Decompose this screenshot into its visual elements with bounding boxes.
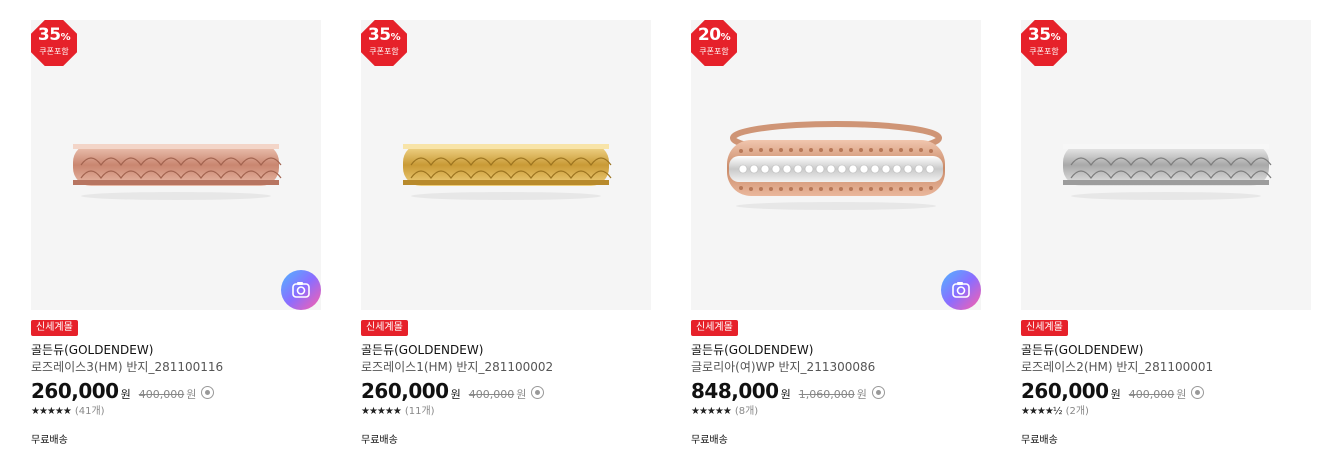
product-name[interactable]: 로즈레이스2(HM) 반지_281100001 (1021, 360, 1311, 375)
discount-badge: 35% 쿠폰포함 (31, 20, 77, 66)
camera-icon[interactable] (941, 270, 981, 310)
sale-price: 260,000 (361, 379, 449, 403)
store-tag: 신세계몰 (691, 320, 738, 336)
info-circle-icon[interactable] (531, 386, 545, 399)
info-circle-icon[interactable] (201, 386, 215, 399)
discount-badge: 20% 쿠폰포함 (691, 20, 737, 66)
product-image[interactable]: 35% 쿠폰포함 (1021, 20, 1311, 310)
price-row: 260,000 원 400,000 원 (1021, 379, 1311, 403)
brand-name[interactable]: 골든듀(GOLDENDEW) (691, 343, 981, 358)
original-price: 400,000 (1128, 388, 1175, 401)
store-tag: 신세계몰 (31, 320, 78, 336)
product-image[interactable]: 35% 쿠폰포함 (31, 20, 321, 310)
brand-name[interactable]: 골든듀(GOLDENDEW) (361, 343, 651, 358)
ring-image (1063, 144, 1272, 200)
product-name[interactable]: 로즈레이스3(HM) 반지_281100116 (31, 360, 321, 375)
price-row: 848,000 원 1,060,000 원 (691, 379, 981, 403)
rating: ★★★★★ (41개) (31, 405, 321, 419)
shipping-label: 무료배송 (691, 435, 728, 446)
original-price: 1,060,000 (798, 388, 855, 401)
shipping-label: 무료배송 (1021, 435, 1058, 446)
product-card[interactable]: 35% 쿠폰포함 신세계몰 골든듀(GOLDENDEW) 로즈레이스1(HM) … (361, 20, 651, 446)
rating: ★★★★★ (11개) (361, 405, 651, 419)
shipping-label: 무료배송 (361, 435, 398, 446)
star-rating: ★★★★★ (691, 406, 732, 417)
brand-name[interactable]: 골든듀(GOLDENDEW) (31, 343, 321, 358)
sale-price: 260,000 (1021, 379, 1109, 403)
star-rating: ★★★★★ (31, 406, 72, 417)
product-card[interactable]: 35% 쿠폰포함 신세계몰 골든듀(GOLDENDEW) 로즈레이스3(HM) … (31, 20, 321, 446)
original-price: 400,000 (468, 388, 515, 401)
rating: ★★★★★ (8개) (691, 405, 981, 419)
info-circle-icon[interactable] (1191, 386, 1205, 399)
store-tag: 신세계몰 (1021, 320, 1068, 336)
star-rating: ★★★★½ (1021, 406, 1063, 417)
price-row: 260,000 원 400,000 원 (31, 379, 321, 403)
product-grid: 35% 쿠폰포함 신세계몰 골든듀(GOLDENDEW) 로즈레이스3(HM) … (0, 0, 1328, 469)
ring-image (73, 144, 282, 200)
product-image[interactable]: 20% 쿠폰포함 (691, 20, 981, 310)
store-tag: 신세계몰 (361, 320, 408, 336)
product-name[interactable]: 글로리아(여)WP 반지_211300086 (691, 360, 981, 375)
shipping-label: 무료배송 (31, 435, 68, 446)
product-image[interactable]: 35% 쿠폰포함 (361, 20, 651, 310)
product-name[interactable]: 로즈레이스1(HM) 반지_281100002 (361, 360, 651, 375)
original-price: 400,000 (138, 388, 185, 401)
camera-icon[interactable] (281, 270, 321, 310)
sale-price: 848,000 (691, 379, 779, 403)
price-row: 260,000 원 400,000 원 (361, 379, 651, 403)
brand-name[interactable]: 골든듀(GOLDENDEW) (1021, 343, 1311, 358)
review-count: (8개) (734, 406, 759, 417)
sale-price: 260,000 (31, 379, 119, 403)
star-rating: ★★★★★ (361, 406, 402, 417)
product-card[interactable]: 20% 쿠폰포함 신세계몰 골든듀(GOLDENDEW) 글로리아(여)WP 반… (691, 20, 981, 446)
ring-image (403, 144, 612, 200)
discount-badge: 35% 쿠폰포함 (1021, 20, 1067, 66)
rating: ★★★★½ (2개) (1021, 405, 1311, 419)
review-count: (41개) (74, 406, 105, 417)
product-card[interactable]: 35% 쿠폰포함 신세계몰 골든듀(GOLDENDEW) 로즈레이스2(HM) … (1021, 20, 1311, 446)
info-circle-icon[interactable] (871, 386, 885, 399)
ring-image (727, 121, 945, 210)
review-count: (11개) (404, 406, 435, 417)
review-count: (2개) (1065, 406, 1089, 417)
